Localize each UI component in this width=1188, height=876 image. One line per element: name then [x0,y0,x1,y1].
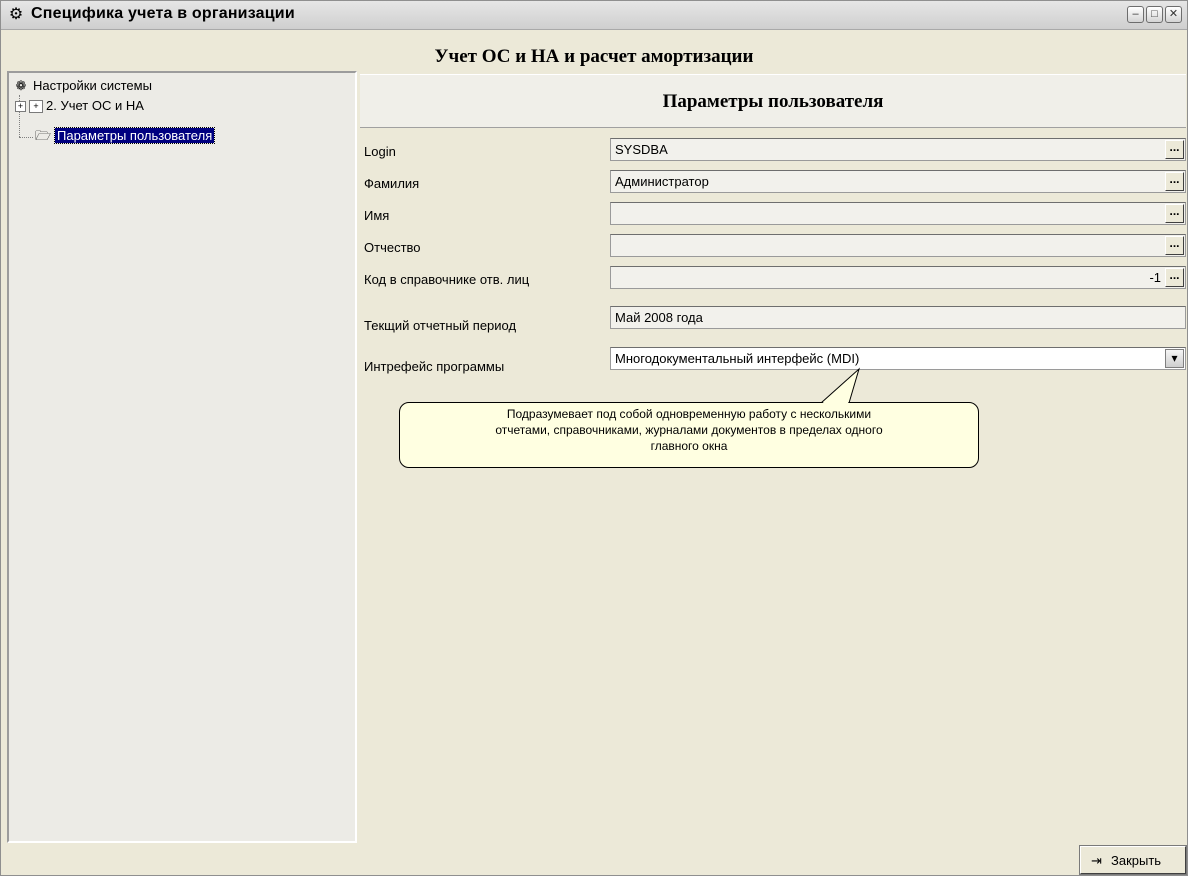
ellipsis-button[interactable]: ... [1165,236,1184,255]
title-bar[interactable]: ⚙ Специфика учета в организации – □ ✕ [1,1,1187,30]
field-value: Администратор [615,174,709,189]
settings-tree[interactable]: ❁ Настройки системы + +2. Учет ОС и НА 🗁 Па… [7,71,357,843]
tooltip-line: главного окна [650,439,728,453]
ellipsis-button[interactable]: ... [1165,140,1184,159]
ellipsis-button[interactable]: ... [1165,268,1184,287]
tree-expander-icon[interactable]: + [15,101,26,113]
tree-item-label: Параметры пользователя [53,127,216,144]
field-row-login: Login SYSDBA ... [360,138,1186,162]
folder-closed-icon: + [29,100,43,114]
tree-item-user-params[interactable]: 🗁 Параметры пользователя [35,127,216,149]
field-label: Отчество [364,240,421,255]
field-value: Многодокументальный интерфейс (MDI) [615,351,860,366]
field-value: SYSDBA [615,142,668,157]
field-row-responsible-code: Код в справочнике отв. лиц -1 ... [360,266,1186,290]
field-row-interface: Интрефейс программы Многодокументальный … [360,347,1186,377]
field-label: Login [364,144,396,159]
close-button[interactable]: ⇥ Закрыть [1079,845,1187,875]
responsible-code-field[interactable]: -1 ... [610,266,1186,289]
tooltip-line: отчетами, справочниками, журналами докум… [495,423,883,437]
field-label: Имя [364,208,390,223]
ellipsis-button[interactable]: ... [1165,204,1184,223]
field-value: Май 2008 года [615,310,703,325]
field-label: Текщий отчетный период [364,318,517,333]
field-label: Фамилия [364,176,420,191]
interface-select[interactable]: Многодокументальный интерфейс (MDI) ▾ [610,347,1186,370]
field-row-surname: Фамилия Администратор ... [360,170,1186,194]
tooltip-line: Подразумевает под собой одновременную ра… [506,407,872,421]
window-title: Специфика учета в организации [31,5,295,22]
period-field[interactable]: Май 2008 года [610,306,1186,329]
close-button-label: Закрыть [1111,853,1162,868]
tree-root-label: Настройки системы [33,78,152,93]
tree-item-accounting[interactable]: + +2. Учет ОС и НА [15,98,144,114]
interface-tooltip: Подразумевает под собой одновременную ра… [399,402,979,468]
field-value: -1 [1149,270,1161,285]
ellipsis-button[interactable]: ... [1165,172,1184,191]
folder-open-icon: 🗁 [35,128,52,143]
login-field[interactable]: SYSDBA ... [610,138,1186,161]
settings-icon: ❁ [15,78,27,93]
tree-root-node[interactable]: ❁ Настройки системы [13,78,152,94]
field-label: Интрефейс программы [364,359,505,374]
maximize-button[interactable]: □ [1146,6,1163,23]
module-title: Учет ОС и НА и расчет амортизации [434,46,754,67]
tree-item-label: 2. Учет ОС и НА [46,98,144,113]
exit-door-icon: ⇥ [1091,853,1102,868]
field-row-name: Имя ... [360,202,1186,226]
gear-computer-icon: ⚙ [8,6,24,23]
tree-connector [19,137,33,138]
field-row-patronymic: Отчество ... [360,234,1186,258]
field-label: Код в справочнике отв. лиц [364,272,530,287]
chevron-down-icon[interactable]: ▾ [1165,349,1184,368]
surname-field[interactable]: Администратор ... [610,170,1186,193]
patronymic-field[interactable]: ... [610,234,1186,257]
minimize-button[interactable]: – [1127,6,1144,23]
panel-header: Параметры пользователя [360,74,1186,128]
field-row-period: Текщий отчетный период Май 2008 года [360,306,1186,336]
close-window-button[interactable]: ✕ [1165,6,1182,23]
first-name-field[interactable]: ... [610,202,1186,225]
main-window: ⚙ Специфика учета в организации – □ ✕ Уч… [0,0,1188,876]
